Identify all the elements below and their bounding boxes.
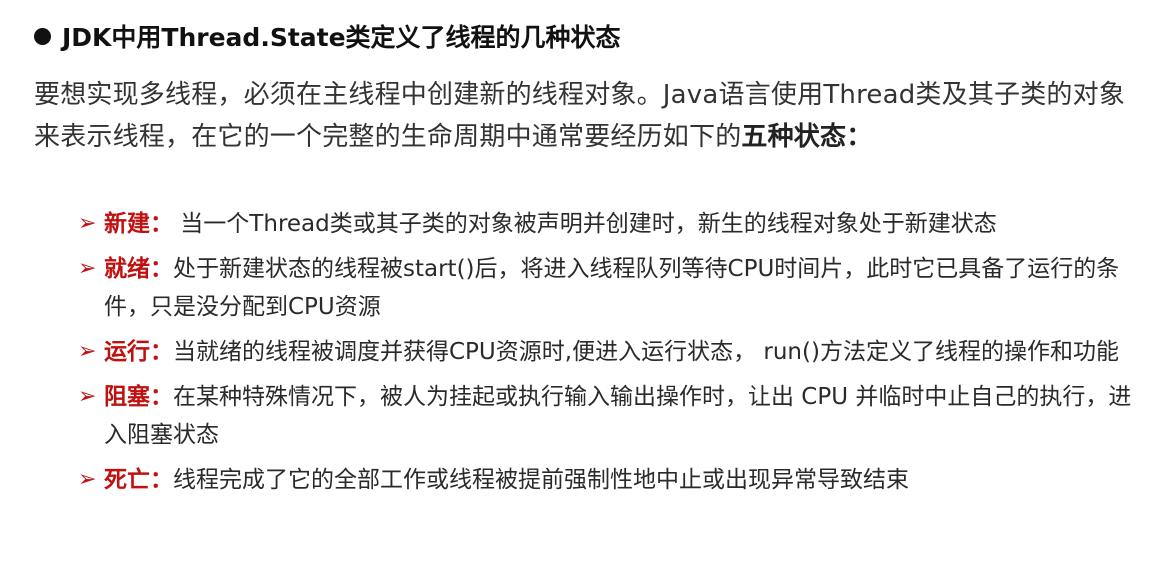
arrow-bullet-icon: ➢ [78, 211, 97, 236]
state-item-terminated: ➢ 死亡：线程完成了它的全部工作或线程被提前强制性地中止或出现异常导致结束 [78, 461, 1140, 499]
intro-emphasis: 五种状态： [741, 122, 873, 152]
state-term: 死亡： [104, 467, 173, 493]
state-term: 就绪： [104, 256, 173, 282]
state-item-runnable: ➢ 就绪：处于新建状态的线程被start()后，将进入线程队列等待CPU时间片，… [78, 250, 1140, 326]
intro-text: 要想实现多线程，必须在主线程中创建新的线程对象。Java语言使用Thread类及… [34, 80, 1126, 152]
thread-state-list: ➢ 新建： 当一个Thread类或其子类的对象被声明并创建时，新生的线程对象处于… [78, 205, 1140, 506]
slide: JDK中用Thread.State类定义了线程的几种状态 要想实现多线程，必须在… [0, 0, 1153, 577]
state-term: 阻塞： [104, 384, 173, 410]
intro-paragraph: 要想实现多线程，必须在主线程中创建新的线程对象。Java语言使用Thread类及… [34, 74, 1139, 158]
state-description: 当就绪的线程被调度并获得CPU资源时,便进入运行状态， run()方法定义了线程… [173, 339, 1119, 365]
arrow-bullet-icon: ➢ [78, 384, 97, 409]
state-description: 处于新建状态的线程被start()后，将进入线程队列等待CPU时间片，此时它已具… [104, 256, 1120, 320]
state-item-running: ➢ 运行：当就绪的线程被调度并获得CPU资源时,便进入运行状态， run()方法… [78, 333, 1140, 371]
slide-heading: JDK中用Thread.State类定义了线程的几种状态 [34, 18, 621, 54]
bullet-icon [34, 27, 51, 45]
arrow-bullet-icon: ➢ [78, 256, 97, 281]
state-term: 运行： [104, 339, 173, 365]
arrow-bullet-icon: ➢ [78, 339, 97, 364]
state-term: 新建： [104, 211, 173, 237]
state-description: 在某种特殊情况下，被人为挂起或执行输入输出操作时，让出 CPU 并临时中止自己的… [104, 384, 1132, 448]
heading-text: JDK中用Thread.State类定义了线程的几种状态 [62, 23, 621, 52]
state-item-blocked: ➢ 阻塞：在某种特殊情况下，被人为挂起或执行输入输出操作时，让出 CPU 并临时… [78, 378, 1140, 454]
state-item-new: ➢ 新建： 当一个Thread类或其子类的对象被声明并创建时，新生的线程对象处于… [78, 205, 1140, 243]
state-description: 线程完成了它的全部工作或线程被提前强制性地中止或出现异常导致结束 [173, 467, 909, 493]
arrow-bullet-icon: ➢ [78, 467, 97, 492]
state-description: 当一个Thread类或其子类的对象被声明并创建时，新生的线程对象处于新建状态 [173, 211, 997, 237]
